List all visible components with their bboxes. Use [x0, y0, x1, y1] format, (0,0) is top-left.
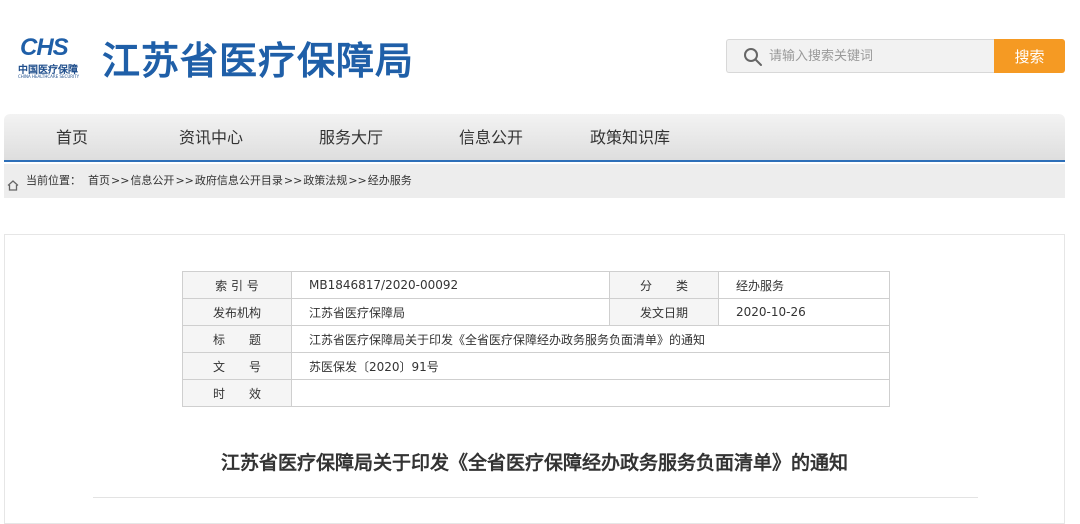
- search-button[interactable]: 搜索: [994, 39, 1065, 73]
- category-value: 经办服务: [718, 271, 890, 299]
- search-box: [726, 39, 996, 73]
- table-row: 发布机构 江苏省医疗保障局 发文日期 2020-10-26: [182, 298, 890, 326]
- index-value: MB1846817/2020-00092: [291, 271, 610, 299]
- site-title[interactable]: 江苏省医疗保障局: [102, 30, 414, 85]
- breadcrumb-item-handling[interactable]: 经办服务: [368, 174, 412, 187]
- publisher-value: 江苏省医疗保障局: [291, 298, 610, 326]
- publisher-label: 发布机构: [182, 298, 292, 326]
- breadcrumb-separator: >>: [175, 174, 194, 187]
- home-icon: [7, 176, 19, 191]
- logo-mark: CHS: [20, 34, 69, 61]
- breadcrumb-item-home[interactable]: 首页: [88, 174, 110, 187]
- document-meta-table: 索 引 号 MB1846817/2020-00092 分 类 经办服务 发布机构…: [182, 271, 890, 407]
- breadcrumb-item-regulations[interactable]: 政策法规: [303, 174, 347, 187]
- nav-item-services[interactable]: 服务大厅: [319, 114, 383, 160]
- nav-item-home[interactable]: 首页: [56, 114, 88, 160]
- nav-item-disclosure[interactable]: 信息公开: [459, 114, 523, 160]
- table-row: 文 号 苏医保发〔2020〕91号: [182, 352, 890, 380]
- table-row: 索 引 号 MB1846817/2020-00092 分 类 经办服务: [182, 271, 890, 299]
- breadcrumb-path: 首页>>信息公开>>政府信息公开目录>>政策法规>>经办服务: [88, 164, 412, 198]
- breadcrumb-separator: >>: [348, 174, 367, 187]
- divider: [93, 497, 978, 498]
- docno-label: 文 号: [182, 352, 292, 380]
- nav-item-policy-library[interactable]: 政策知识库: [590, 114, 670, 160]
- table-row: 时 效: [182, 379, 890, 407]
- title-value: 江苏省医疗保障局关于印发《全省医疗保障经办政务服务负面清单》的通知: [291, 325, 890, 353]
- date-value: 2020-10-26: [718, 298, 890, 326]
- breadcrumb-separator: >>: [111, 174, 130, 187]
- nav-item-news[interactable]: 资讯中心: [179, 114, 243, 160]
- title-label: 标 题: [182, 325, 292, 353]
- site-logo[interactable]: CHS 中国医疗保障 CHINA HEALTHCARE SECURITY: [18, 36, 90, 80]
- date-label: 发文日期: [609, 298, 719, 326]
- validity-value: [291, 379, 890, 407]
- index-label: 索 引 号: [182, 271, 292, 299]
- docno-value: 苏医保发〔2020〕91号: [291, 352, 890, 380]
- logo-en-text: CHINA HEALTHCARE SECURITY: [18, 74, 80, 79]
- validity-label: 时 效: [182, 379, 292, 407]
- breadcrumb-item-disclosure[interactable]: 信息公开: [130, 174, 174, 187]
- breadcrumb-label: 当前位置：: [26, 174, 81, 187]
- breadcrumb-item-catalog[interactable]: 政府信息公开目录: [195, 174, 283, 187]
- content-panel: 索 引 号 MB1846817/2020-00092 分 类 经办服务 发布机构…: [4, 234, 1065, 524]
- table-row: 标 题 江苏省医疗保障局关于印发《全省医疗保障经办政务服务负面清单》的通知: [182, 325, 890, 353]
- site-header: CHS 中国医疗保障 CHINA HEALTHCARE SECURITY 江苏省…: [0, 0, 1080, 110]
- main-nav: 首页 资讯中心 服务大厅 信息公开 政策知识库: [4, 114, 1065, 162]
- breadcrumb-separator: >>: [283, 174, 303, 187]
- article-title: 江苏省医疗保障局关于印发《全省医疗保障经办政务服务负面清单》的通知: [220, 452, 848, 474]
- category-label: 分 类: [609, 271, 719, 299]
- search-icon: [743, 47, 763, 67]
- breadcrumb: 当前位置： 首页>>信息公开>>政府信息公开目录>>政策法规>>经办服务: [4, 164, 1065, 198]
- search-input[interactable]: [769, 40, 989, 72]
